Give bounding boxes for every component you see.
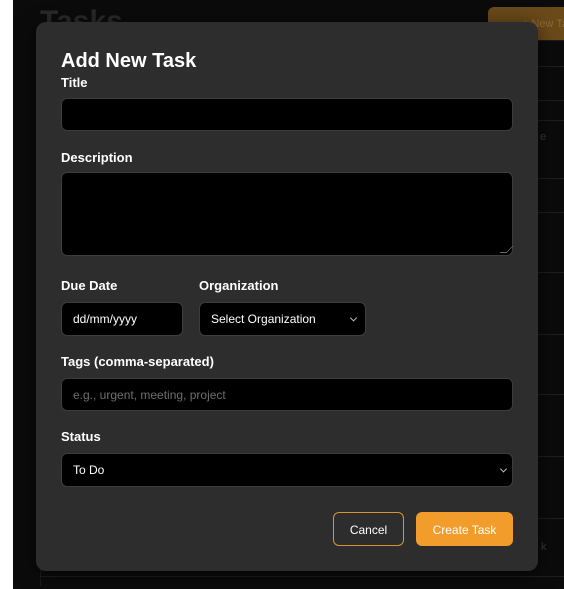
description-label: Description	[61, 150, 133, 165]
due-date-input[interactable]: dd/mm/yyyy	[61, 302, 183, 336]
organization-selected-value: Select Organization	[211, 312, 316, 326]
background-cell-text: e	[540, 131, 547, 143]
modal-title: Add New Task	[61, 50, 197, 72]
description-field-wrapper	[61, 172, 514, 256]
add-task-modal: Add New Task Title Description Due Date …	[36, 22, 538, 571]
background-cell-text: k	[541, 541, 547, 553]
chevron-down-icon	[349, 314, 358, 322]
tags-label: Tags (comma-separated)	[61, 354, 214, 369]
title-label: Title	[61, 75, 88, 90]
organization-select[interactable]: Select Organization	[199, 302, 366, 336]
tags-input[interactable]	[61, 378, 513, 411]
chevron-down-icon	[499, 465, 508, 473]
title-input[interactable]	[61, 98, 513, 131]
due-date-placeholder: dd/mm/yyyy	[73, 312, 138, 326]
status-label: Status	[61, 429, 101, 444]
due-date-label: Due Date	[61, 278, 118, 293]
description-textarea[interactable]	[61, 172, 513, 256]
create-task-button[interactable]: Create Task	[416, 512, 513, 546]
organization-label: Organization	[199, 278, 279, 293]
status-selected-value: To Do	[73, 463, 105, 477]
background-row-divider	[40, 576, 564, 577]
status-select[interactable]: To Do	[61, 453, 513, 487]
cancel-button[interactable]: Cancel	[333, 512, 404, 546]
